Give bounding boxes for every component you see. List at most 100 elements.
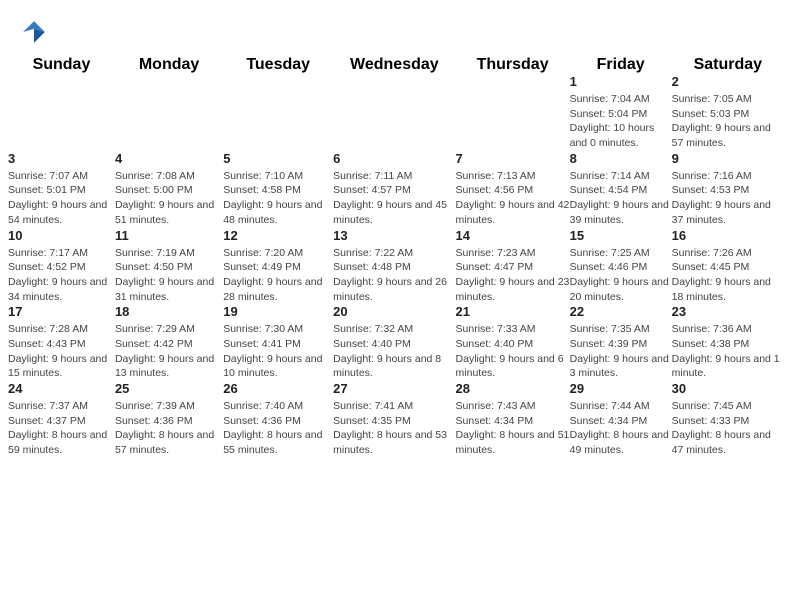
day-number: 29 — [570, 381, 672, 396]
day-number: 23 — [672, 304, 784, 319]
day-info: Sunrise: 7:28 AM Sunset: 4:43 PM Dayligh… — [8, 322, 115, 381]
calendar-cell: 28 Sunrise: 7:43 AM Sunset: 4:34 PM Dayli… — [456, 381, 570, 458]
day-info: Sunrise: 7:10 AM Sunset: 4:58 PM Dayligh… — [223, 169, 333, 228]
week-row-4: 17 Sunrise: 7:28 AM Sunset: 4:43 PM Dayli… — [8, 304, 784, 381]
day-number: 20 — [333, 304, 455, 319]
day-number: 25 — [115, 381, 223, 396]
calendar-cell: 8 Sunrise: 7:14 AM Sunset: 4:54 PM Daylig… — [570, 151, 672, 228]
calendar-cell — [456, 74, 570, 151]
day-number: 13 — [333, 228, 455, 243]
calendar-cell: 29Sunrise: 7:44 AM Sunset: 4:34 PM Dayli… — [570, 381, 672, 458]
day-number: 2 — [672, 74, 784, 89]
weekday-header-wednesday: Wednesday — [333, 56, 455, 74]
day-info: Sunrise: 7:41 AM Sunset: 4:35 PM Dayligh… — [333, 399, 455, 458]
calendar-cell: 3 Sunrise: 7:07 AM Sunset: 5:01 PM Daylig… — [8, 151, 115, 228]
day-number: 22 — [570, 304, 672, 319]
day-number: 14 — [456, 228, 570, 243]
day-number: 28 — [456, 381, 570, 396]
calendar-cell: 15 Sunrise: 7:25 AM Sunset: 4:46 PM Dayli… — [570, 228, 672, 305]
logo — [20, 18, 52, 46]
calendar-cell: 24 Sunrise: 7:37 AM Sunset: 4:37 PM Dayli… — [8, 381, 115, 458]
day-number: 4 — [115, 151, 223, 166]
day-number: 5 — [223, 151, 333, 166]
calendar-cell: 20 Sunrise: 7:32 AM Sunset: 4:40 PM Dayli… — [333, 304, 455, 381]
calendar-cell: 25 Sunrise: 7:39 AM Sunset: 4:36 PM Dayli… — [115, 381, 223, 458]
week-row-2: 3 Sunrise: 7:07 AM Sunset: 5:01 PM Daylig… — [8, 151, 784, 228]
day-info: Sunrise: 7:05 AM Sunset: 5:03 PM Dayligh… — [672, 92, 784, 151]
day-info: Sunrise: 7:08 AM Sunset: 5:00 PM Dayligh… — [115, 169, 223, 228]
day-number: 1 — [570, 74, 672, 89]
day-number: 27 — [333, 381, 455, 396]
page-header — [0, 0, 792, 56]
day-number: 9 — [672, 151, 784, 166]
day-number: 12 — [223, 228, 333, 243]
calendar-cell: 19 Sunrise: 7:30 AM Sunset: 4:41 PM Dayli… — [223, 304, 333, 381]
day-number: 7 — [456, 151, 570, 166]
day-info: Sunrise: 7:07 AM Sunset: 5:01 PM Dayligh… — [8, 169, 115, 228]
calendar-cell: 12 Sunrise: 7:20 AM Sunset: 4:49 PM Dayli… — [223, 228, 333, 305]
day-info: Sunrise: 7:36 AM Sunset: 4:38 PM Dayligh… — [672, 322, 784, 381]
calendar-cell: 2 Sunrise: 7:05 AM Sunset: 5:03 PM Daylig… — [672, 74, 784, 151]
day-info: Sunrise: 7:23 AM Sunset: 4:47 PM Dayligh… — [456, 246, 570, 305]
day-number: 16 — [672, 228, 784, 243]
day-info: Sunrise: 7:20 AM Sunset: 4:49 PM Dayligh… — [223, 246, 333, 305]
day-info: Sunrise: 7:04 AM Sunset: 5:04 PM Dayligh… — [570, 92, 672, 151]
day-info: Sunrise: 7:19 AM Sunset: 4:50 PM Dayligh… — [115, 246, 223, 305]
day-number: 21 — [456, 304, 570, 319]
day-info: Sunrise: 7:11 AM Sunset: 4:57 PM Dayligh… — [333, 169, 455, 228]
day-info: Sunrise: 7:37 AM Sunset: 4:37 PM Dayligh… — [8, 399, 115, 458]
day-number: 10 — [8, 228, 115, 243]
day-number: 11 — [115, 228, 223, 243]
calendar-cell: 1 Sunrise: 7:04 AM Sunset: 5:04 PM Daylig… — [570, 74, 672, 151]
day-info: Sunrise: 7:33 AM Sunset: 4:40 PM Dayligh… — [456, 322, 570, 381]
day-info: Sunrise: 7:22 AM Sunset: 4:48 PM Dayligh… — [333, 246, 455, 305]
week-row-5: 24 Sunrise: 7:37 AM Sunset: 4:37 PM Dayli… — [8, 381, 784, 458]
day-number: 17 — [8, 304, 115, 319]
day-info: Sunrise: 7:13 AM Sunset: 4:56 PM Dayligh… — [456, 169, 570, 228]
calendar-cell: 4 Sunrise: 7:08 AM Sunset: 5:00 PM Daylig… — [115, 151, 223, 228]
weekday-header-saturday: Saturday — [672, 56, 784, 74]
day-number: 24 — [8, 381, 115, 396]
calendar-cell: 5 Sunrise: 7:10 AM Sunset: 4:58 PM Daylig… — [223, 151, 333, 228]
calendar-cell: 22 Sunrise: 7:35 AM Sunset: 4:39 PM Dayli… — [570, 304, 672, 381]
week-row-1: 1 Sunrise: 7:04 AM Sunset: 5:04 PM Daylig… — [8, 74, 784, 151]
calendar-cell: 16 Sunrise: 7:26 AM Sunset: 4:45 PM Dayli… — [672, 228, 784, 305]
calendar-cell: 9 Sunrise: 7:16 AM Sunset: 4:53 PM Daylig… — [672, 151, 784, 228]
calendar-cell: 13 Sunrise: 7:22 AM Sunset: 4:48 PM Dayli… — [333, 228, 455, 305]
calendar-cell — [223, 74, 333, 151]
calendar-cell: 23 Sunrise: 7:36 AM Sunset: 4:38 PM Dayli… — [672, 304, 784, 381]
day-number: 15 — [570, 228, 672, 243]
day-number: 6 — [333, 151, 455, 166]
day-info: Sunrise: 7:43 AM Sunset: 4:34 PM Dayligh… — [456, 399, 570, 458]
calendar-cell: 6 Sunrise: 7:11 AM Sunset: 4:57 PM Daylig… — [333, 151, 455, 228]
day-info: Sunrise: 7:39 AM Sunset: 4:36 PM Dayligh… — [115, 399, 223, 458]
calendar-cell: 21 Sunrise: 7:33 AM Sunset: 4:40 PM Dayli… — [456, 304, 570, 381]
day-info: Sunrise: 7:30 AM Sunset: 4:41 PM Dayligh… — [223, 322, 333, 381]
day-info: Sunrise: 7:35 AM Sunset: 4:39 PM Dayligh… — [570, 322, 672, 381]
weekday-header-sunday: Sunday — [8, 56, 115, 74]
day-info: Sunrise: 7:16 AM Sunset: 4:53 PM Dayligh… — [672, 169, 784, 228]
calendar-wrapper: SundayMondayTuesdayWednesdayThursdayFrid… — [0, 56, 792, 466]
calendar-cell: 18 Sunrise: 7:29 AM Sunset: 4:42 PM Dayli… — [115, 304, 223, 381]
weekday-header-monday: Monday — [115, 56, 223, 74]
day-number: 3 — [8, 151, 115, 166]
calendar-table: SundayMondayTuesdayWednesdayThursdayFrid… — [8, 56, 784, 458]
day-info: Sunrise: 7:14 AM Sunset: 4:54 PM Dayligh… — [570, 169, 672, 228]
calendar-cell: 17 Sunrise: 7:28 AM Sunset: 4:43 PM Dayli… — [8, 304, 115, 381]
day-info: Sunrise: 7:26 AM Sunset: 4:45 PM Dayligh… — [672, 246, 784, 305]
calendar-cell — [8, 74, 115, 151]
day-info: Sunrise: 7:29 AM Sunset: 4:42 PM Dayligh… — [115, 322, 223, 381]
calendar-cell: 7 Sunrise: 7:13 AM Sunset: 4:56 PM Daylig… — [456, 151, 570, 228]
day-info: Sunrise: 7:40 AM Sunset: 4:36 PM Dayligh… — [223, 399, 333, 458]
day-info: Sunrise: 7:45 AM Sunset: 4:33 PM Dayligh… — [672, 399, 784, 458]
day-number: 19 — [223, 304, 333, 319]
calendar-cell: 14 Sunrise: 7:23 AM Sunset: 4:47 PM Dayli… — [456, 228, 570, 305]
day-info: Sunrise: 7:32 AM Sunset: 4:40 PM Dayligh… — [333, 322, 455, 381]
weekday-header-row: SundayMondayTuesdayWednesdayThursdayFrid… — [8, 56, 784, 74]
day-info: Sunrise: 7:25 AM Sunset: 4:46 PM Dayligh… — [570, 246, 672, 305]
day-number: 8 — [570, 151, 672, 166]
calendar-cell — [115, 74, 223, 151]
calendar-cell: 30Sunrise: 7:45 AM Sunset: 4:33 PM Dayli… — [672, 381, 784, 458]
week-row-3: 10Sunrise: 7:17 AM Sunset: 4:52 PM Dayli… — [8, 228, 784, 305]
day-number: 18 — [115, 304, 223, 319]
